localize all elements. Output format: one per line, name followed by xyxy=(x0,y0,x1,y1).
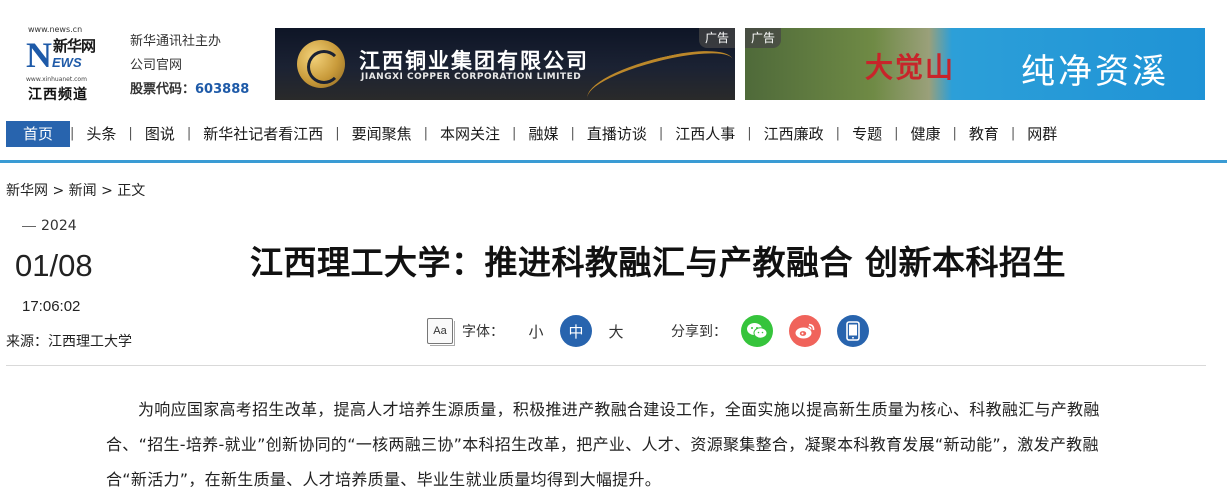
logo-brand-cn: 新华网 xyxy=(53,37,96,55)
nav-item-10[interactable]: 专题 xyxy=(840,121,894,147)
stock-code-link[interactable]: 603888 xyxy=(195,82,249,97)
ad-tag: 广告 xyxy=(698,28,735,48)
nav-item-3[interactable]: 新华社记者看江西 xyxy=(191,121,335,147)
year-dash xyxy=(22,225,36,227)
weibo-icon[interactable] xyxy=(789,315,821,347)
nav-item-13[interactable]: 网群 xyxy=(1015,121,1069,147)
font-size-icon: Aa xyxy=(427,318,455,346)
article-source: 来源：江西理工大学 xyxy=(6,334,132,350)
logo-url-top: www.news.cn xyxy=(28,25,83,34)
font-size-medium-button[interactable]: 中 xyxy=(560,315,592,347)
font-size-small-button[interactable]: 小 xyxy=(526,321,546,342)
ad-banner-zixi[interactable]: 广告 大觉山 纯净资溪 xyxy=(745,28,1205,100)
nav-list: 首页 | 头条 | 图说 | 新华社记者看江西 | 要闻聚焦 | 本网关注 | 融媒 | 直播访谈 | 江西人事… xyxy=(6,121,1069,147)
logo-initial: N xyxy=(26,35,52,75)
site-header: www.news.cn N 新华网 EWS www.xinhuanet.com … xyxy=(0,0,1227,115)
jiangxi-copper-logo-icon xyxy=(297,40,345,88)
main-nav: 首页 | 头条 | 图说 | 新华社记者看江西 | 要闻聚焦 | 本网关注 | 融媒 | 直播访谈 | 江西人事… xyxy=(0,118,1227,148)
nav-item-8[interactable]: 江西人事 xyxy=(663,121,747,147)
ad-scenic-name: 大觉山 xyxy=(865,51,956,84)
logo-url-bottom: www.xinhuanet.com xyxy=(26,76,87,83)
nav-item-11[interactable]: 健康 xyxy=(898,121,952,147)
share-label: 分享到： xyxy=(671,324,727,340)
nav-item-12[interactable]: 教育 xyxy=(957,121,1011,147)
nav-item-2[interactable]: 图说 xyxy=(133,121,187,147)
nav-item-9[interactable]: 江西廉政 xyxy=(752,121,836,147)
breadcrumb[interactable]: 新华网 > 新闻 > 正文 xyxy=(6,180,145,200)
mobile-icon[interactable] xyxy=(837,315,869,347)
xinhua-logo[interactable]: www.news.cn N 新华网 EWS www.xinhuanet.com … xyxy=(26,25,106,103)
wechat-icon[interactable] xyxy=(741,315,773,347)
publish-year: 2024 xyxy=(22,218,77,234)
content-divider xyxy=(6,365,1206,366)
nav-item-6[interactable]: 融媒 xyxy=(516,121,570,147)
org-info: 新华通讯社主办 公司官网 股票代码：603888 xyxy=(130,30,249,102)
nav-item-7[interactable]: 直播访谈 xyxy=(575,121,659,147)
article-toolbar: Aa 字体： 小 中 大 分享到： xyxy=(427,314,869,348)
nav-item-5[interactable]: 本网关注 xyxy=(428,121,512,147)
logo-brand-en: EWS xyxy=(52,55,82,70)
nav-item-4[interactable]: 要闻聚焦 xyxy=(340,121,424,147)
ad-company-en: JIANGXI COPPER CORPORATION LIMITED xyxy=(361,72,582,82)
road-graphic xyxy=(582,42,735,100)
logo-mark: N 新华网 EWS xyxy=(26,35,98,75)
stock-info: 股票代码：603888 xyxy=(130,78,249,102)
nav-underline xyxy=(0,160,1227,163)
ad-banner-jiangxi-copper[interactable]: 江西铜业集团有限公司 JIANGXI COPPER CORPORATION LI… xyxy=(275,28,735,100)
nav-item-0[interactable]: 首页 xyxy=(6,121,71,147)
ad-tag: 广告 xyxy=(745,28,782,48)
stock-label: 股票代码： xyxy=(130,82,196,97)
article-title: 江西理工大学：推进科教融汇与产教融合 创新本科招生 xyxy=(250,243,1066,282)
publish-time: 17:06:02 xyxy=(22,298,81,315)
article-paragraph: 为响应国家高考招生改革，提高人才培养生源质量，积极推进产教融合建设工作，全面实施… xyxy=(106,400,1100,489)
font-label: 字体： xyxy=(462,324,504,340)
year-text: 2024 xyxy=(41,218,77,234)
font-size-large-button[interactable]: 大 xyxy=(606,321,626,342)
org-line-2: 公司官网 xyxy=(130,58,183,73)
ad-company-cn: 江西铜业集团有限公司 xyxy=(359,49,589,73)
org-line-1: 新华通讯社主办 xyxy=(130,34,222,49)
channel-name: 江西频道 xyxy=(28,87,88,103)
nav-item-1[interactable]: 头条 xyxy=(74,121,128,147)
ad-slogan: 纯净资溪 xyxy=(1021,52,1169,92)
